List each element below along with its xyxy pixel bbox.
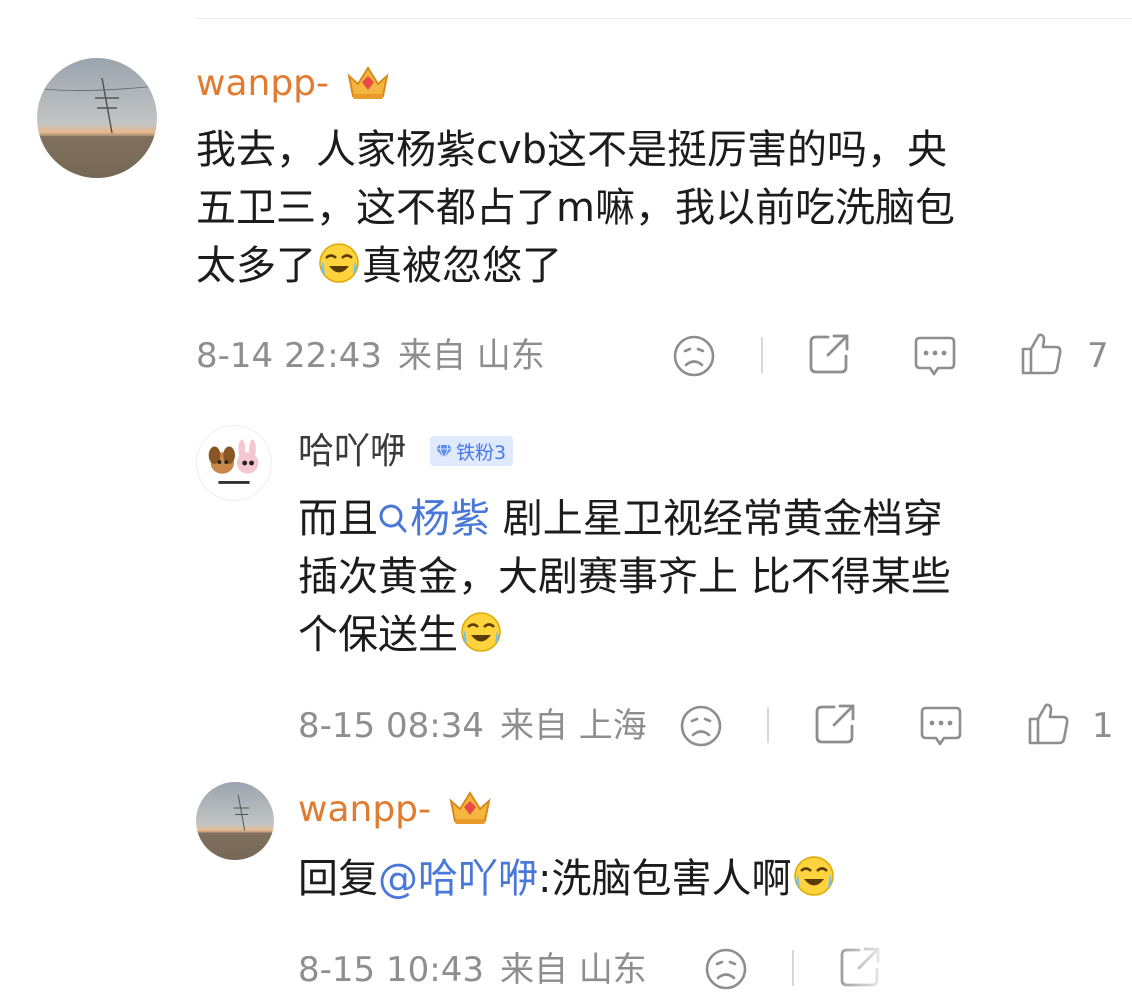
topic-mention-link[interactable]: 杨紫 <box>378 496 490 542</box>
frown-face-icon[interactable] <box>671 333 717 379</box>
comment-meta: 8-14 22:43 来自 山东 <box>196 336 545 376</box>
avatar[interactable] <box>196 425 272 501</box>
username[interactable]: wanpp- <box>298 788 431 832</box>
timestamp: 8-15 10:43 <box>298 950 484 990</box>
action-separator <box>792 950 794 986</box>
username[interactable]: wanpp- <box>196 62 329 106</box>
like-count: 1 <box>1092 706 1114 746</box>
timestamp: 8-15 08:34 <box>298 706 484 746</box>
laugh-cry-emoji-icon <box>792 854 836 898</box>
top-divider <box>196 18 1132 19</box>
location: 来自 山东 <box>397 336 545 376</box>
username[interactable]: 哈吖咿 <box>298 430 406 474</box>
search-icon <box>379 504 407 533</box>
comment-bubble-icon[interactable] <box>912 332 958 378</box>
share-icon[interactable] <box>812 701 858 747</box>
bottom-fade-overlay <box>832 944 1132 1001</box>
fan-level-badge: 铁粉3 <box>430 436 514 466</box>
share-icon[interactable] <box>806 331 852 377</box>
location: 来自 山东 <box>499 950 647 990</box>
frown-face-icon[interactable] <box>703 946 749 992</box>
laugh-cry-emoji-icon <box>459 610 503 654</box>
comment-text: 我去，人家杨紫cvb这不是挺厉害的吗，央 五卫三，这不都占了m嘛，我以前吃洗脑包… <box>196 127 955 289</box>
thumbs-up-icon[interactable] <box>1019 331 1065 377</box>
crown-vip-icon <box>345 62 391 102</box>
avatar[interactable] <box>196 782 274 860</box>
action-separator <box>761 337 763 373</box>
avatar[interactable] <box>37 58 157 178</box>
like-count: 7 <box>1087 336 1109 376</box>
timestamp: 8-14 22:43 <box>196 336 382 376</box>
reply-meta: 8-15 08:34 来自 上海 <box>298 706 647 746</box>
user-mention-link[interactable]: @哈吖咿 <box>378 856 538 902</box>
frown-face-icon[interactable] <box>678 703 724 749</box>
comment-bubble-icon[interactable] <box>918 702 964 748</box>
reply-text: 回复@哈吖咿:洗脑包害人啊 <box>298 850 837 908</box>
laugh-cry-emoji-icon <box>317 241 361 285</box>
crown-vip-icon <box>447 787 493 827</box>
reply-text: 而且 杨紫 剧上星卫视经常黄金档穿 插次黄金，大剧赛事齐上 比不得某些 个保送生 <box>298 496 951 658</box>
diamond-icon <box>436 444 452 459</box>
location: 来自 上海 <box>499 706 647 746</box>
reply-meta: 8-15 10:43 来自 山东 <box>298 950 647 990</box>
thumbs-up-icon[interactable] <box>1026 701 1072 747</box>
action-separator <box>767 707 769 743</box>
